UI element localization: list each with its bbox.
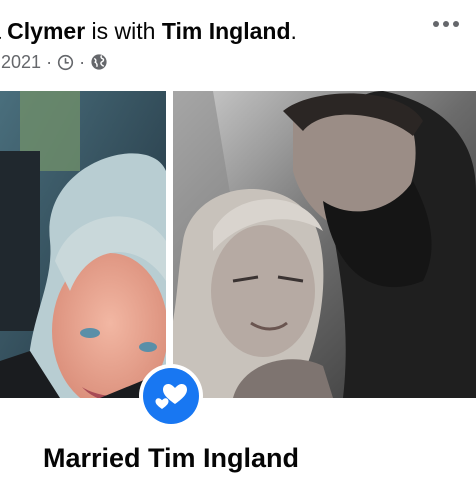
post-meta: g 2021 · · — [0, 50, 108, 74]
selfie-photo[interactable] — [0, 91, 166, 398]
tagged-name[interactable]: Tim Ingland — [162, 18, 291, 44]
couple-photo[interactable] — [173, 91, 476, 398]
dot — [433, 21, 439, 27]
post-header: a Clymer is with Tim Ingland. g 2021 · · — [0, 0, 476, 80]
globe-icon[interactable] — [90, 53, 108, 71]
post-title: a Clymer is with Tim Ingland. — [0, 16, 297, 46]
life-event-badge — [139, 364, 203, 428]
meta-separator: · — [46, 52, 53, 72]
photo-grid — [0, 91, 476, 398]
dot — [453, 21, 459, 27]
clock-icon — [57, 54, 74, 71]
life-event-title: Married Tim Ingland — [42, 443, 300, 473]
dot — [443, 21, 449, 27]
with-text: is with — [85, 18, 162, 44]
title-punct: . — [290, 18, 297, 44]
meta-separator: · — [79, 52, 86, 72]
post-date[interactable]: g 2021 — [0, 50, 41, 74]
hearts-icon — [143, 368, 199, 424]
more-options-button[interactable] — [430, 14, 462, 34]
author-name[interactable]: a Clymer — [0, 18, 85, 44]
